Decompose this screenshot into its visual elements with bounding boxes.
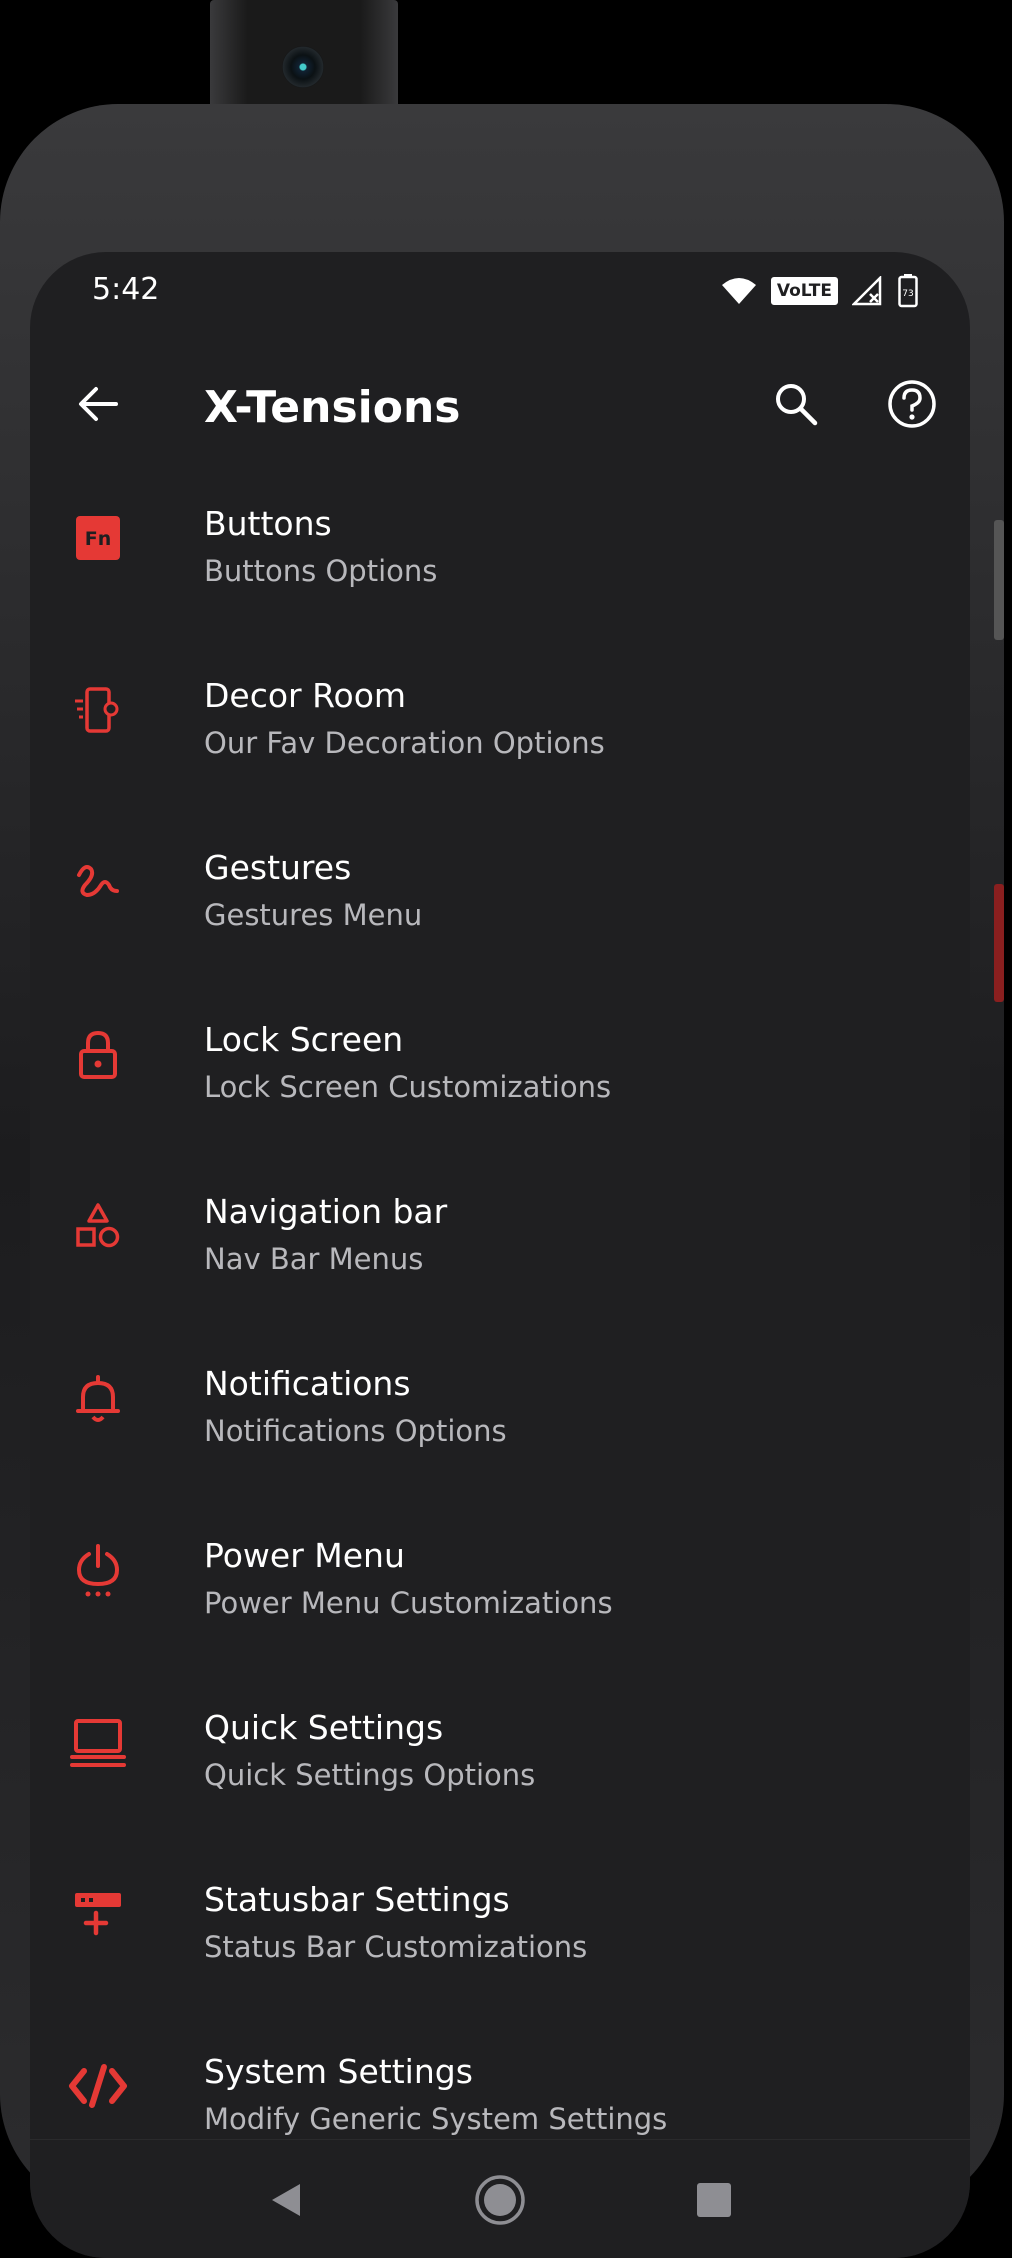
- help-button[interactable]: [880, 372, 944, 436]
- item-subtitle: Our Fav Decoration Options: [204, 726, 605, 760]
- list-item-statusbar-settings[interactable]: Statusbar Settings Status Bar Customizat…: [30, 1840, 970, 2012]
- list-item-notifications[interactable]: Notifications Notifications Options: [30, 1324, 970, 1496]
- lock-icon: [68, 1024, 128, 1084]
- nav-back-button[interactable]: [256, 2170, 316, 2230]
- item-subtitle: Status Bar Customizations: [204, 1930, 588, 1964]
- item-subtitle: Power Menu Customizations: [204, 1586, 613, 1620]
- laptop-icon: [68, 1712, 128, 1772]
- battery-level: 73: [902, 289, 913, 299]
- statusbar-add-icon: [68, 1884, 128, 1944]
- fn-key-label: Fn: [85, 528, 112, 550]
- popup-camera: [210, 0, 398, 112]
- item-subtitle: Modify Generic System Settings: [204, 2102, 668, 2136]
- help-icon: [888, 380, 936, 428]
- code-icon: [68, 2056, 128, 2116]
- item-title: System Settings: [204, 2052, 473, 2091]
- camera-lens-icon: [282, 46, 324, 88]
- item-subtitle: Gestures Menu: [204, 898, 423, 932]
- item-subtitle: Lock Screen Customizations: [204, 1070, 612, 1104]
- bell-icon: [68, 1368, 128, 1428]
- system-nav-bar: [30, 2139, 970, 2258]
- item-subtitle: Notifications Options: [204, 1414, 507, 1448]
- back-arrow-icon: [79, 387, 118, 421]
- item-title: Quick Settings: [204, 1708, 444, 1747]
- list-item-lock-screen[interactable]: Lock Screen Lock Screen Customizations: [30, 980, 970, 1152]
- volume-button: [994, 520, 1004, 640]
- item-subtitle: Quick Settings Options: [204, 1758, 536, 1792]
- list-item-gestures[interactable]: Gestures Gestures Menu: [30, 808, 970, 980]
- status-bar: 5:42 VoLTE 73: [30, 252, 970, 332]
- nav-recents-button[interactable]: [684, 2170, 744, 2230]
- list-item-buttons[interactable]: Fn Buttons Buttons Options: [30, 464, 970, 636]
- nav-back-icon: [272, 2184, 300, 2216]
- page-title: X-Tensions: [204, 382, 461, 433]
- item-title: Statusbar Settings: [204, 1880, 510, 1919]
- status-time: 5:42: [92, 272, 160, 307]
- screen: 5:42 VoLTE 73 X-Tensions Fn Buttons Butt…: [30, 252, 970, 2258]
- signal-icon: [852, 276, 882, 306]
- battery-icon: 73: [898, 274, 918, 308]
- item-title: Gestures: [204, 848, 352, 887]
- search-button[interactable]: [764, 372, 828, 436]
- power-button: [994, 884, 1004, 1002]
- phone-settings-icon: [68, 680, 128, 740]
- item-title: Buttons: [204, 504, 332, 543]
- item-title: Power Menu: [204, 1536, 405, 1575]
- power-icon: [68, 1540, 128, 1600]
- item-title: Notifications: [204, 1364, 411, 1403]
- shapes-icon: [68, 1196, 128, 1256]
- app-toolbar: X-Tensions: [30, 348, 970, 464]
- settings-list: Fn Buttons Buttons Options Decor Room Ou…: [30, 464, 970, 2184]
- item-title: Navigation bar: [204, 1192, 448, 1231]
- wifi-icon: [721, 278, 756, 304]
- list-item-decor-room[interactable]: Decor Room Our Fav Decoration Options: [30, 636, 970, 808]
- search-icon: [776, 384, 818, 426]
- nav-home-button[interactable]: [470, 2170, 530, 2230]
- list-item-navigation-bar[interactable]: Navigation bar Nav Bar Menus: [30, 1152, 970, 1324]
- volte-icon: VoLTE: [770, 277, 838, 305]
- list-item-power-menu[interactable]: Power Menu Power Menu Customizations: [30, 1496, 970, 1668]
- item-subtitle: Nav Bar Menus: [204, 1242, 424, 1276]
- gesture-icon: [68, 852, 128, 912]
- back-button[interactable]: [66, 372, 130, 436]
- nav-recents-icon: [697, 2183, 731, 2217]
- nav-home-icon: [475, 2175, 525, 2225]
- list-item-quick-settings[interactable]: Quick Settings Quick Settings Options: [30, 1668, 970, 1840]
- phone-frame: 5:42 VoLTE 73 X-Tensions Fn Buttons Butt…: [0, 104, 1004, 2258]
- fn-key-icon: Fn: [68, 508, 128, 568]
- item-title: Decor Room: [204, 676, 407, 715]
- item-title: Lock Screen: [204, 1020, 404, 1059]
- item-subtitle: Buttons Options: [204, 554, 438, 588]
- status-icons: VoLTE 73: [721, 274, 918, 308]
